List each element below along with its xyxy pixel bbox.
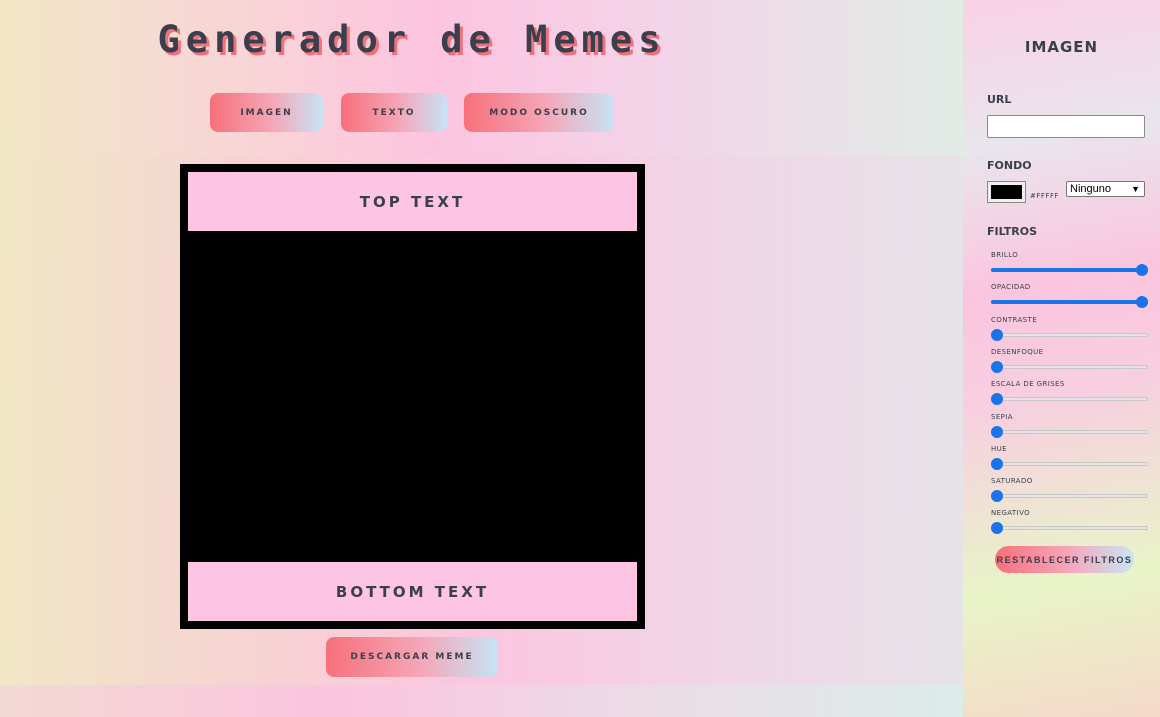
page-title: Generador de Memes xyxy=(157,18,667,61)
slider-track xyxy=(991,332,1148,337)
filter-label: ESCALA DE GRISES xyxy=(991,380,1065,389)
filter-label: OPACIDAD xyxy=(991,283,1031,292)
download-meme-button[interactable]: DESCARGAR MEME xyxy=(326,637,498,677)
filter-label: HUE xyxy=(991,444,1008,453)
filter-slider[interactable] xyxy=(991,425,1148,439)
filter-label: SEPIA xyxy=(991,412,1013,421)
filter-label: NEGATIVO xyxy=(991,509,1031,518)
slider-fill xyxy=(991,268,1148,272)
filter-label: SATURADO xyxy=(991,477,1033,486)
filter-slider[interactable] xyxy=(991,328,1148,342)
panel-title: IMAGEN xyxy=(1024,38,1099,56)
main-area: Generador de Memes IMAGEN TEXTO MODO OSC… xyxy=(0,0,963,717)
filtros-label: FILTROS xyxy=(987,225,1038,238)
header: Generador de Memes IMAGEN TEXTO MODO OSC… xyxy=(0,0,963,156)
slider-fill xyxy=(991,300,1148,305)
url-input[interactable] xyxy=(987,115,1145,138)
slider-track xyxy=(991,526,1148,531)
meme-image xyxy=(188,231,637,562)
meme-container: TOP TEXT BOTTOM TEXT xyxy=(180,164,645,629)
reset-filters-button[interactable]: RESTABLECER FILTROS xyxy=(995,546,1134,573)
slider-track xyxy=(991,397,1148,402)
blend-mode-value: Ninguno xyxy=(1070,183,1111,195)
filter-label: CONTRASTE xyxy=(991,315,1038,324)
nav-imagen-button[interactable]: IMAGEN xyxy=(210,93,323,132)
color-swatch-fill xyxy=(991,185,1022,199)
slider-thumb[interactable] xyxy=(991,425,1003,438)
filter-label: DESENFOQUE xyxy=(991,347,1044,356)
background-color-picker[interactable] xyxy=(987,181,1026,203)
slider-thumb[interactable] xyxy=(991,328,1003,341)
slider-thumb[interactable] xyxy=(1136,296,1148,309)
slider-track xyxy=(991,494,1148,499)
nav-texto-button[interactable]: TEXTO xyxy=(341,93,447,132)
slider-thumb[interactable] xyxy=(991,393,1003,406)
slider-thumb[interactable] xyxy=(1136,264,1148,276)
filter-slider[interactable] xyxy=(991,489,1148,503)
fondo-label: FONDO xyxy=(987,159,1032,172)
slider-track xyxy=(991,364,1148,369)
meme-bottom-text: BOTTOM TEXT xyxy=(188,562,637,621)
filter-slider[interactable] xyxy=(991,392,1148,406)
image-settings-panel: IMAGEN URL FONDO #FFFFF Ninguno ▼ FILTRO… xyxy=(963,0,1160,717)
filter-slider[interactable] xyxy=(991,457,1148,471)
filter-label: BRILLO xyxy=(991,251,1019,259)
blend-mode-select[interactable]: Ninguno ▼ xyxy=(1066,181,1145,197)
footer-strip xyxy=(0,685,963,717)
dark-mode-button[interactable]: MODO OSCURO xyxy=(464,93,614,132)
meme-top-text: TOP TEXT xyxy=(188,172,637,231)
filter-slider[interactable] xyxy=(991,521,1148,535)
url-label: URL xyxy=(987,93,1012,106)
slider-track xyxy=(991,461,1148,466)
background-color-hex: #FFFFF xyxy=(1030,192,1059,200)
slider-thumb[interactable] xyxy=(991,490,1003,503)
slider-thumb[interactable] xyxy=(991,457,1003,470)
filter-slider[interactable] xyxy=(991,263,1148,277)
filter-slider[interactable] xyxy=(991,360,1148,374)
chevron-down-icon: ▼ xyxy=(1131,184,1140,194)
slider-thumb[interactable] xyxy=(991,360,1003,373)
slider-thumb[interactable] xyxy=(991,522,1003,535)
filter-slider[interactable] xyxy=(991,295,1148,309)
slider-track xyxy=(991,429,1148,434)
